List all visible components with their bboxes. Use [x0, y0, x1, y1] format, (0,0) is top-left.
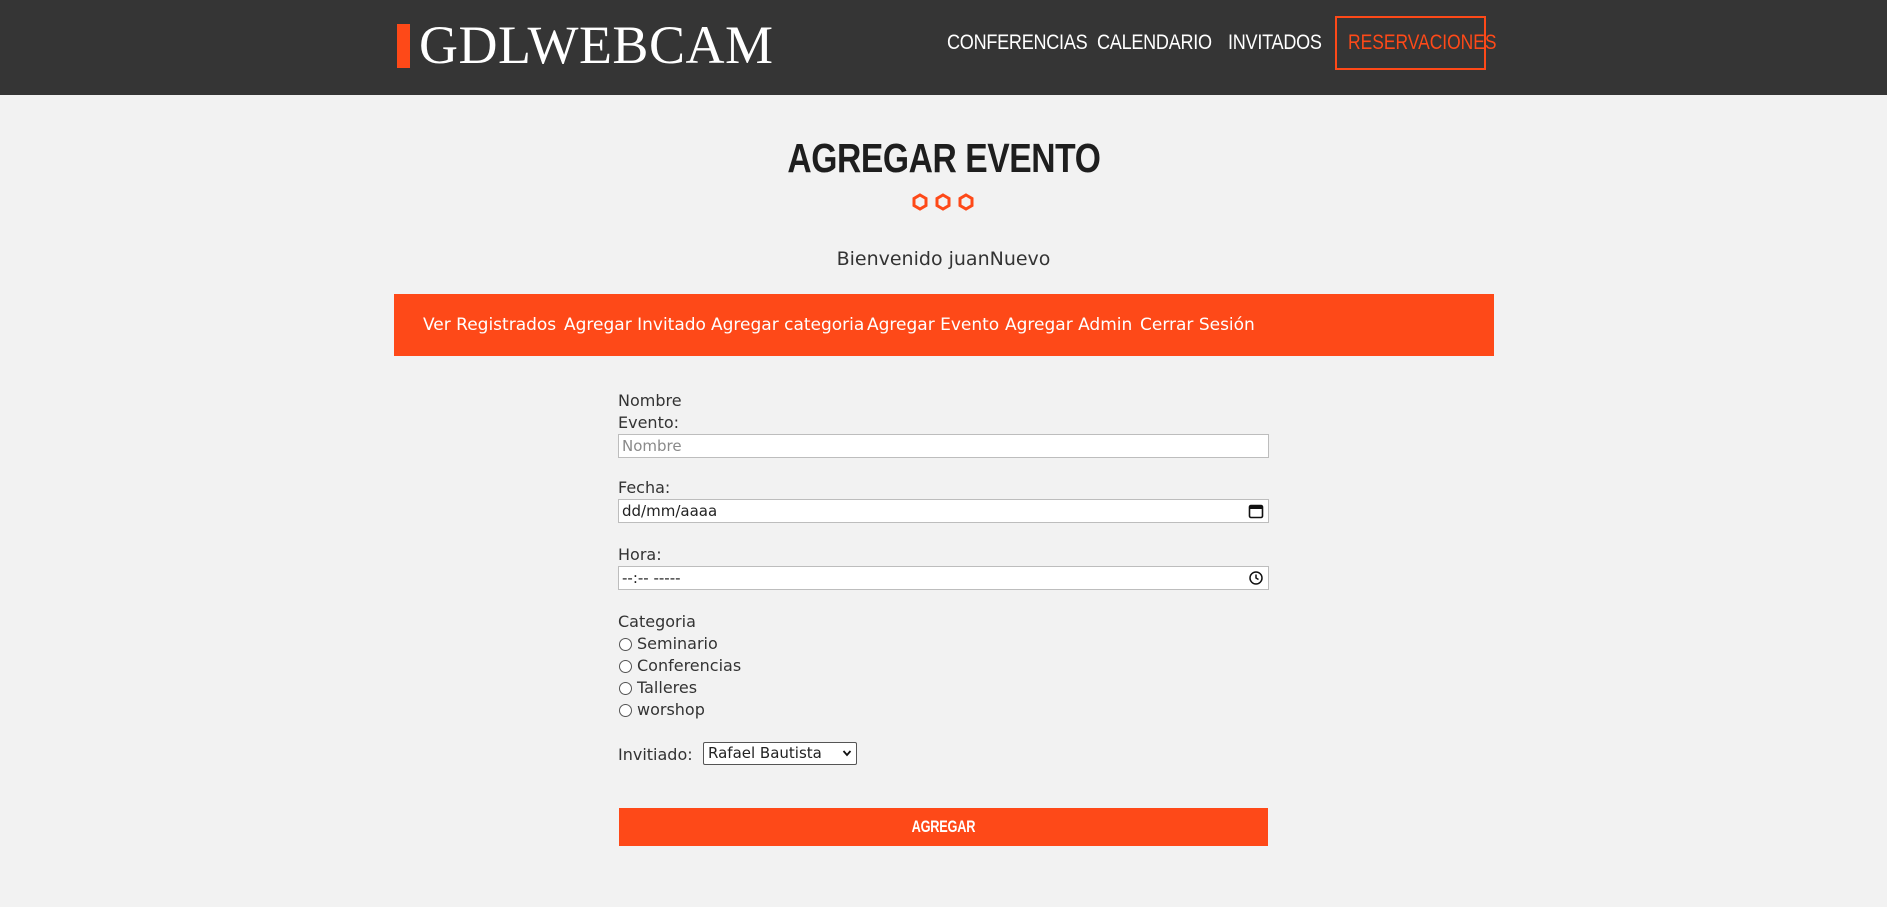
- admin-menu-agregar-invitado[interactable]: Agregar Invitado: [564, 294, 706, 356]
- nav-reservaciones[interactable]: RESERVACIONES: [1335, 16, 1497, 70]
- guest-selected-value: Rafael Bautista: [708, 744, 822, 762]
- page-title: AGREGAR EVENTO: [786, 135, 1101, 181]
- admin-menu: Ver Registrados Agregar Invitado Agregar…: [394, 294, 1494, 356]
- radio-seminario[interactable]: [619, 637, 632, 651]
- nav-invitados[interactable]: INVITADOS: [1228, 16, 1322, 69]
- time-field[interactable]: --:-- -----: [618, 566, 1269, 590]
- admin-menu-agregar-categoria[interactable]: Agregar categoria: [711, 294, 864, 356]
- event-name-label-line2: Evento:: [618, 413, 680, 432]
- logo-accent-bar: [397, 23, 410, 68]
- event-name-label-line1: Nombre: [618, 391, 682, 410]
- date-label: Fecha:: [618, 478, 671, 497]
- guest-select[interactable]: Rafael Bautista: [703, 742, 857, 765]
- date-value: dd/mm/aaaa: [622, 502, 718, 520]
- category-option-talleres[interactable]: Talleres: [618, 677, 697, 699]
- guest-label: Invitiado:: [618, 745, 693, 764]
- time-label: Hora:: [618, 545, 662, 564]
- date-field[interactable]: dd/mm/aaaa: [618, 499, 1269, 523]
- category-option-worshop[interactable]: worshop: [618, 699, 705, 721]
- admin-menu-ver-registrados[interactable]: Ver Registrados: [423, 294, 556, 356]
- nav-conferencias[interactable]: CONFERENCIAS: [947, 16, 1088, 69]
- calendar-icon[interactable]: [1248, 503, 1264, 519]
- event-name-input[interactable]: [619, 435, 1225, 457]
- hexagon-divider-icon: [912, 193, 974, 211]
- category-option-conferencias[interactable]: Conferencias: [618, 655, 741, 677]
- agregar-submit-button[interactable]: AGREGAR: [619, 808, 1268, 846]
- category-option-seminario[interactable]: Seminario: [618, 633, 718, 655]
- chevron-down-icon: [842, 750, 852, 757]
- time-value: --:-- -----: [622, 569, 681, 587]
- admin-menu-cerrar-sesion[interactable]: Cerrar Sesión: [1140, 294, 1255, 356]
- welcome-message: Bienvenido juanNuevo: [836, 248, 1051, 270]
- event-name-field[interactable]: [618, 434, 1269, 458]
- site-logo[interactable]: GDLWEBCAM: [397, 18, 773, 73]
- nav-reservaciones-label: RESERVACIONES: [1348, 31, 1497, 54]
- radio-talleres[interactable]: [619, 681, 632, 695]
- admin-menu-agregar-evento[interactable]: Agregar Evento: [867, 294, 999, 356]
- category-label: Categoria: [618, 612, 696, 631]
- logo-text: GDLWEBCAM: [419, 15, 774, 75]
- clock-icon[interactable]: [1248, 570, 1264, 586]
- admin-menu-agregar-admin[interactable]: Agregar Admin: [1005, 294, 1132, 356]
- site-header: GDLWEBCAM CONFERENCIAS CALENDARIO INVITA…: [0, 0, 1887, 95]
- radio-conferencias[interactable]: [619, 659, 632, 673]
- radio-worshop[interactable]: [619, 703, 632, 717]
- nav-calendario[interactable]: CALENDARIO: [1097, 16, 1212, 69]
